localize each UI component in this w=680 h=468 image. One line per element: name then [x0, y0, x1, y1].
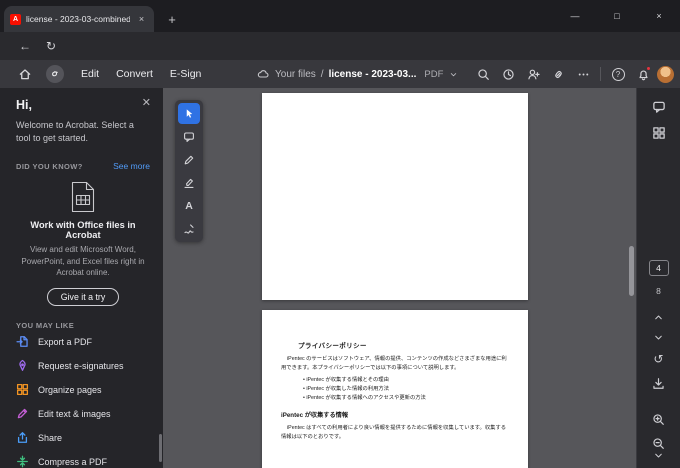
give-it-a-try-button[interactable]: Give it a try — [46, 287, 120, 306]
draw-tool[interactable] — [178, 149, 200, 170]
suggestion-export-pdf[interactable]: Export a PDF — [16, 330, 150, 354]
chevron-down-icon[interactable] — [449, 70, 458, 79]
notifications-bell-icon[interactable] — [632, 63, 654, 85]
tab-close-icon[interactable]: × — [135, 13, 148, 26]
help-icon[interactable]: ? — [607, 63, 629, 85]
suggestion-organize-pages[interactable]: Organize pages — [16, 378, 150, 402]
add-text-tool[interactable]: A — [178, 195, 200, 216]
right-rail: 4 8 ↺ — [636, 88, 680, 468]
edit-pencil-icon — [16, 407, 29, 420]
home-icon[interactable] — [18, 67, 32, 81]
tab-title: license - 2023-03-combined.pdf — [26, 14, 130, 24]
collected-info-paragraph: iPentec はすべての利用者により良い情報を提供するために情報を収集していま… — [281, 425, 507, 441]
divider — [600, 67, 601, 81]
pdf-page-1 — [262, 93, 528, 300]
office-files-icon — [16, 181, 150, 213]
promo-title: Work with Office files in Acrobat — [30, 220, 136, 241]
panel-greeting: Hi, — [16, 98, 32, 112]
share-people-icon[interactable] — [522, 63, 544, 85]
menu-esign[interactable]: E-Sign — [170, 68, 202, 80]
previous-page-chevron-up-icon[interactable] — [648, 306, 670, 328]
did-you-know-label: DID YOU KNOW? — [16, 161, 83, 171]
bullet-item: iPentec が収集する情報とその理由 — [303, 376, 508, 385]
maximize-button[interactable]: □ — [596, 0, 638, 32]
breadcrumb-filename: license - 2023-03... — [328, 68, 417, 80]
total-pages-label: 8 — [656, 286, 661, 296]
rotate-page-icon[interactable]: ↺ — [648, 348, 670, 370]
highlight-tool[interactable] — [178, 172, 200, 193]
esignature-icon — [16, 359, 29, 372]
quick-tools-strip: A — [175, 100, 203, 242]
promo-body: View and edit Microsoft Word, PowerPoint… — [21, 245, 145, 278]
see-more-link[interactable]: See more — [113, 161, 150, 171]
page-thumbnails-icon[interactable] — [648, 122, 670, 144]
acrobat-logo-icon[interactable] — [46, 65, 64, 83]
window-controls: — □ × — [554, 0, 680, 32]
organize-pages-icon — [16, 383, 29, 396]
suggestion-compress-pdf[interactable]: Compress a PDF — [16, 450, 150, 468]
export-pdf-icon — [16, 335, 29, 348]
breadcrumb-your-files[interactable]: Your files — [275, 69, 316, 80]
rail-scroll-down-chevron-icon[interactable] — [648, 444, 670, 466]
history-icon[interactable] — [497, 63, 519, 85]
browser-titlebar: A license - 2023-03-combined.pdf × + — □… — [0, 0, 680, 32]
breadcrumb: Your files / license - 2023-03... PDF — [256, 60, 458, 88]
bullet-item: iPentec が収集した情報の利用方法 — [303, 385, 508, 394]
search-icon[interactable] — [472, 63, 494, 85]
browser-toolbar: ← ↻ https://acrobat.adobe.com/link/file/… — [0, 32, 680, 89]
acrobat-favicon-icon: A — [10, 13, 21, 25]
notification-badge — [646, 66, 651, 71]
pdf-page-2: プライバシーポリシー iPentec のサービスはソフトウェア、情報の提供、コン… — [262, 310, 528, 468]
menu-edit[interactable]: Edit — [81, 68, 99, 80]
next-page-chevron-down-icon[interactable] — [648, 326, 670, 348]
download-icon[interactable] — [648, 372, 670, 394]
panel-welcome-text: Welcome to Acrobat. Select a tool to get… — [16, 120, 134, 144]
suggestion-request-esignatures[interactable]: Request e-signatures — [16, 354, 150, 378]
minimize-button[interactable]: — — [554, 0, 596, 32]
current-page-input[interactable]: 4 — [648, 260, 669, 276]
suggestion-edit-text-images[interactable]: Edit text & images — [16, 402, 150, 426]
refresh-button[interactable]: ↻ — [40, 35, 62, 57]
privacy-intro-paragraph: iPentec のサービスはソフトウェア、情報の提供、コンテンツの作成などさまざ… — [281, 356, 507, 371]
compress-pdf-icon — [16, 455, 29, 468]
cloud-icon — [256, 68, 270, 80]
bullet-item: iPentec が収集する情報へのアクセスや更新の方法 — [303, 394, 508, 403]
breadcrumb-separator: / — [320, 68, 324, 80]
collected-info-heading: iPentec が収集する情報 — [281, 412, 349, 420]
new-tab-button[interactable]: + — [162, 9, 182, 29]
panel-scrollbar[interactable] — [159, 434, 162, 462]
privacy-bullet-list: iPentec が収集する情報とその理由 iPentec が収集した情報の利用方… — [281, 376, 508, 403]
fill-sign-tool[interactable] — [178, 218, 200, 239]
menu-convert[interactable]: Convert — [116, 68, 153, 80]
you-may-like-label: YOU MAY LIKE — [16, 320, 75, 330]
account-avatar[interactable] — [657, 65, 674, 83]
back-button[interactable]: ← — [14, 35, 36, 57]
zoom-in-icon[interactable] — [648, 408, 670, 430]
office-promo-card: Work with Office files in Acrobat View a… — [16, 181, 150, 306]
left-panel: Hi, Welcome to Acrobat. Select a tool to… — [0, 88, 163, 468]
close-panel-icon[interactable]: ✕ — [142, 98, 151, 109]
browser-tab[interactable]: A license - 2023-03-combined.pdf × — [4, 6, 154, 32]
document-scrollbar-thumb[interactable] — [629, 246, 634, 296]
breadcrumb-filetype: PDF — [424, 68, 444, 80]
document-viewer: プライバシーポリシー iPentec のサービスはソフトウェア、情報の提供、コン… — [163, 88, 636, 468]
close-window-button[interactable]: × — [638, 0, 680, 32]
privacy-policy-title: プライバシーポリシー — [298, 343, 367, 350]
suggestion-share[interactable]: Share — [16, 426, 150, 450]
get-link-icon[interactable] — [547, 63, 569, 85]
more-options-icon[interactable] — [572, 63, 594, 85]
select-tool[interactable] — [178, 103, 200, 124]
comment-tool[interactable] — [178, 126, 200, 147]
comments-panel-icon[interactable] — [648, 96, 670, 118]
acrobat-header-actions: ? — [472, 60, 674, 88]
share-icon — [16, 431, 29, 444]
